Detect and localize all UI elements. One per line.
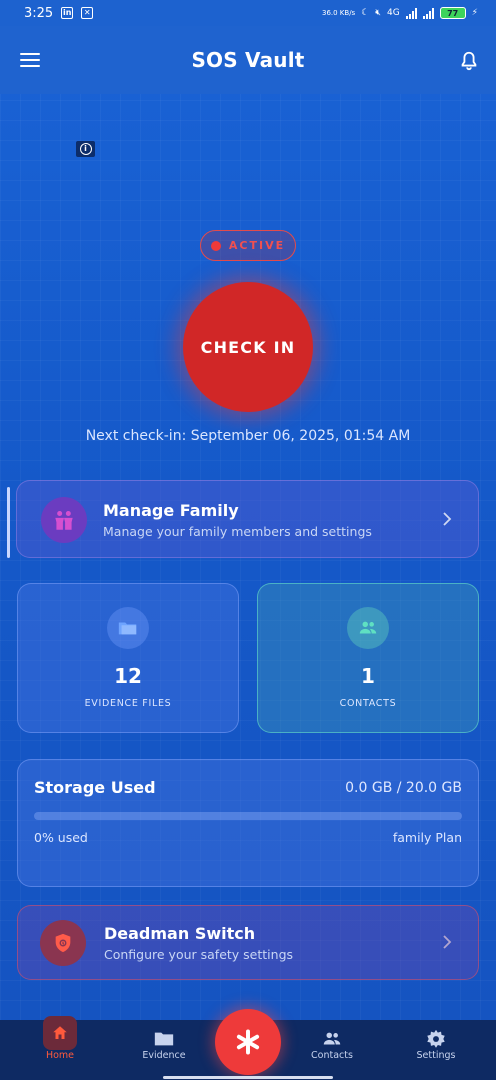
charging-icon: ⚡ [471,8,478,18]
network-speed: 36.0 KB/s [322,8,356,17]
mute-icon: 🔇︎ [375,8,381,18]
status-bar: 3:25 in ✕ 36.0 KB/s ☾ 🔇︎ 4G 77 ⚡ [0,0,496,26]
battery-icon: 77 [439,7,466,19]
nav-evidence-label: Evidence [142,1050,186,1061]
contacts-group-icon [320,1027,344,1051]
status-badge: ACTIVE [200,230,296,261]
storage-title: Storage Used [34,778,156,797]
signal-2-icon [422,7,434,19]
asterisk-icon [236,1029,260,1055]
network-type: 4G [386,8,400,18]
nav-home[interactable]: Home [20,1016,100,1076]
family-icon [41,497,87,543]
storage-card: Storage Used 0.0 GB / 20.0 GB 0% used fa… [17,759,479,887]
contacts-count: 1 [361,664,375,688]
check-in-button[interactable]: CHECK IN [183,282,313,412]
evidence-count: 12 [114,664,142,688]
gear-icon [424,1027,448,1051]
family-title: Manage Family [103,501,239,520]
deadman-switch-card[interactable]: Deadman Switch Configure your safety set… [17,905,479,980]
evidence-files-card[interactable]: 12 EVIDENCE FILES [17,583,239,733]
manage-family-card[interactable]: Manage Family Manage your family members… [16,480,479,558]
storage-value: 0.0 GB / 20.0 GB [345,780,462,796]
deadman-title: Deadman Switch [104,924,256,943]
chevron-right-icon [443,512,452,526]
chevron-right-icon [443,935,452,949]
status-label: ACTIVE [228,239,286,252]
nav-settings-label: Settings [416,1050,456,1061]
shield-alert-icon [40,920,86,966]
app-header: SOS Vault [0,26,496,94]
next-checkin-text: Next check-in: September 06, 2025, 01:54… [85,428,411,444]
linkedin-notification-icon: in [61,7,74,19]
scroll-indicator [7,487,10,558]
evidence-label: EVIDENCE FILES [84,698,172,709]
status-time: 3:25 [24,5,54,21]
contacts-card[interactable]: 1 CONTACTS [257,583,479,733]
app-title: SOS Vault [191,48,305,72]
sos-button[interactable] [215,1009,281,1075]
nav-home-label: Home [45,1050,75,1061]
dnd-moon-icon: ☾ [361,8,370,18]
info-icon[interactable]: i [76,141,95,157]
app-notification-icon: ✕ [81,7,94,19]
folder-icon [152,1027,176,1051]
home-indicator [163,1076,333,1079]
nav-contacts-label: Contacts [311,1050,353,1061]
deadman-subtitle: Configure your safety settings [104,947,294,962]
home-icon [43,1016,77,1050]
menu-icon[interactable] [20,53,40,67]
folder-icon [107,607,149,649]
family-subtitle: Manage your family members and settings [103,524,372,539]
nav-contacts[interactable]: Contacts [292,1020,372,1076]
nav-settings[interactable]: Settings [396,1020,476,1076]
signal-icon [405,7,417,19]
status-dot-icon [210,240,221,251]
storage-plan: family Plan [392,830,462,845]
contacts-label: CONTACTS [339,698,397,709]
storage-progress-bar [34,812,462,820]
bell-icon[interactable] [458,50,480,72]
contacts-group-icon [347,607,389,649]
storage-percent: 0% used [34,830,88,845]
nav-evidence[interactable]: Evidence [124,1020,204,1076]
